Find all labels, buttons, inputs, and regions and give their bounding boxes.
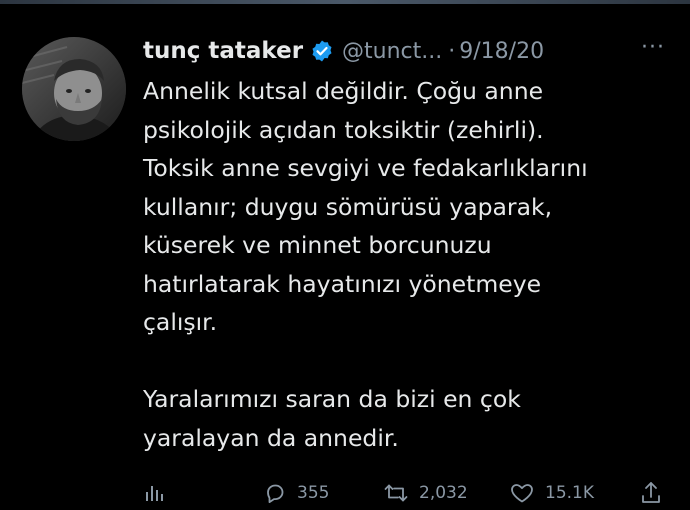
analytics-button[interactable]	[143, 478, 167, 508]
retweet-icon	[383, 481, 409, 505]
reply-icon	[263, 481, 287, 505]
analytics-icon	[143, 481, 167, 505]
reply-button[interactable]: 355	[263, 478, 329, 508]
tweet-line: yaralayan da annedir.	[143, 423, 399, 452]
tweet-line: hatırlatarak hayatınızı yönetmeye	[143, 269, 542, 298]
share-button[interactable]	[639, 478, 663, 508]
avatar[interactable]	[22, 37, 126, 141]
retweet-button[interactable]: 2,032	[383, 478, 468, 508]
tweet-header: tunç tataker @tunct... · 9/18/20 ···	[143, 33, 673, 69]
tweet-line: Toksik anne sevgiyi ve fedakarlıklarını	[143, 154, 588, 182]
reply-count: 355	[297, 483, 330, 503]
tweet-paragraph-2: Yaralarımızı saran da bizi en çok yarala…	[143, 380, 673, 457]
tweet-paragraph-1: Annelik kutsal değildir. Çoğu anne psiko…	[143, 72, 673, 342]
more-options-icon[interactable]: ···	[641, 35, 665, 60]
tweet-line: psikolojik açıdan toksiktir (zehirli).	[143, 115, 544, 144]
author-name[interactable]: tunç tataker	[143, 38, 303, 64]
tweet-line: Annelik kutsal değildir. Çoğu anne	[143, 77, 544, 105]
tweet-line: kullanır; duygu sömürüsü yaparak,	[143, 192, 553, 221]
tweet-line: çalışır.	[143, 308, 218, 336]
author-handle[interactable]: @tunct...	[342, 39, 442, 64]
like-count: 15.1K	[545, 483, 594, 503]
verified-badge-icon	[310, 39, 334, 63]
tweet-date[interactable]: 9/18/20	[459, 39, 544, 64]
tweet-text: Annelik kutsal değildir. Çoğu anne psiko…	[143, 72, 673, 457]
tweet-actions: 355 2,032 15.1K	[143, 478, 673, 508]
tweet-line: Yaralarımızı saran da bizi en çok	[143, 385, 521, 413]
heart-icon	[509, 481, 535, 505]
tweet: tunç tataker @tunct... · 9/18/20 ··· Ann…	[0, 0, 690, 510]
retweet-count: 2,032	[419, 483, 468, 503]
tweet-line: küserek ve minnet borcunuzu	[143, 231, 492, 259]
like-button[interactable]: 15.1K	[509, 478, 594, 508]
share-icon	[639, 480, 663, 506]
separator-dot: ·	[448, 38, 456, 64]
